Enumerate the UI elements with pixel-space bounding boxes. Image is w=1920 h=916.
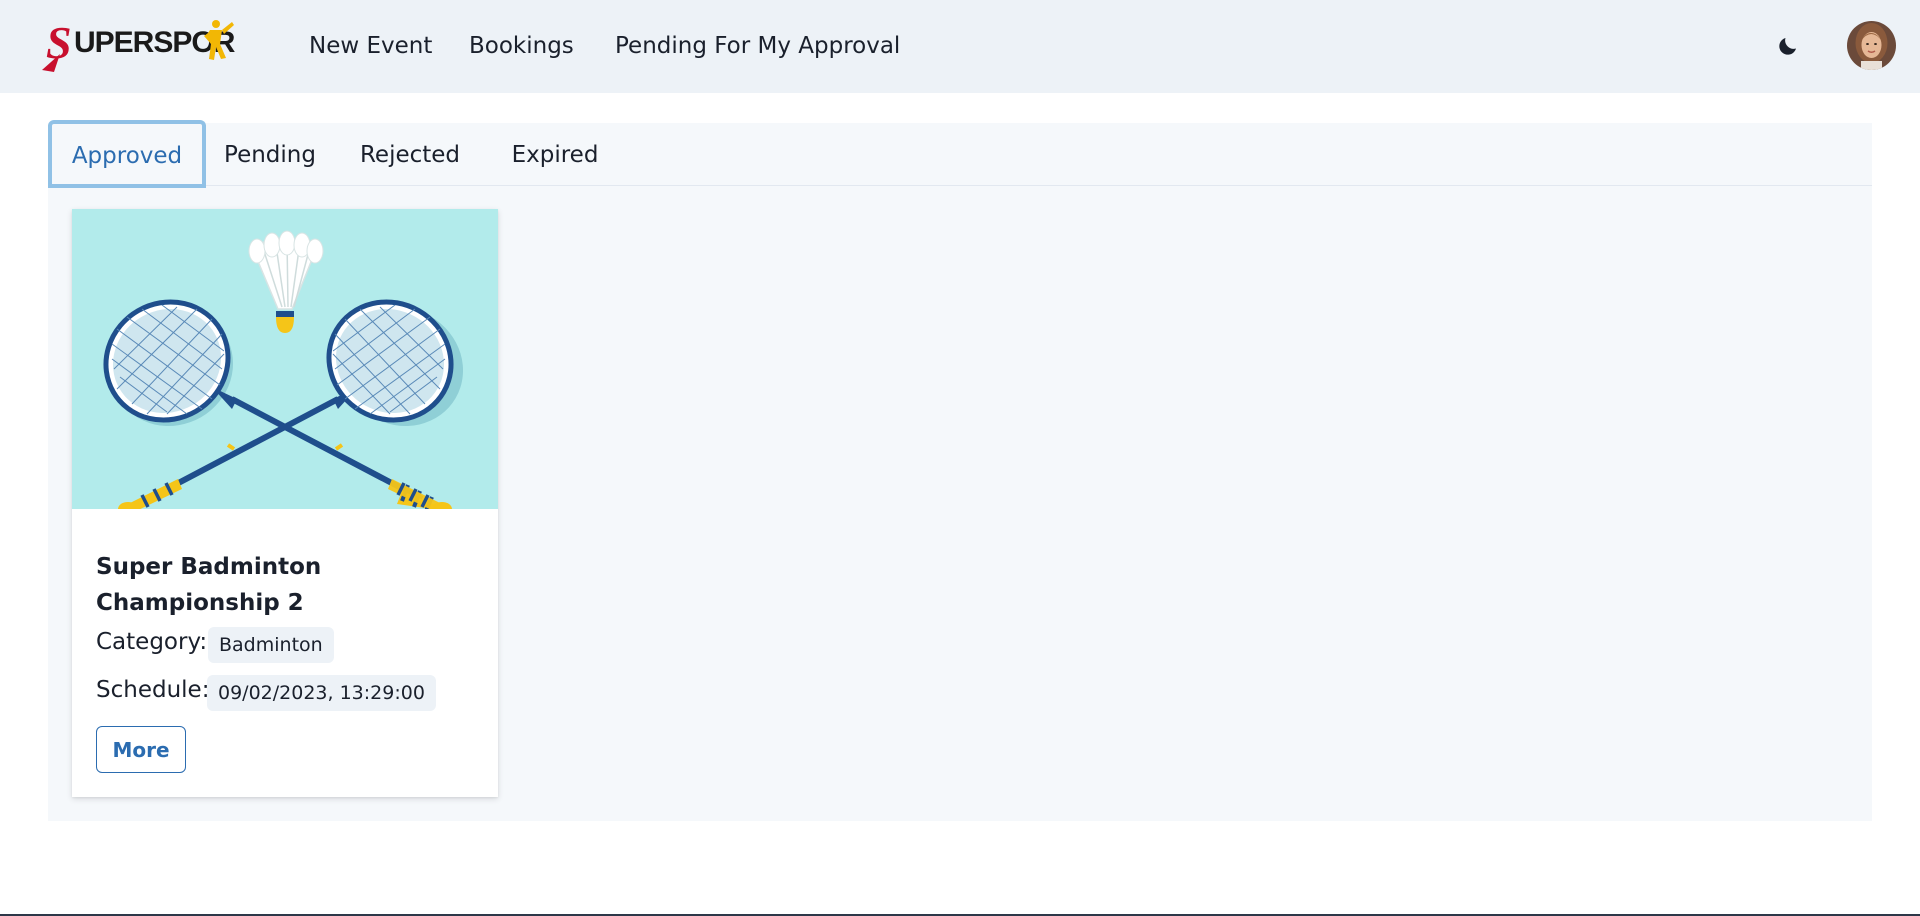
category-badge: Badminton xyxy=(208,627,334,663)
top-navbar: S UPERSPOR New Event Bookings Pending Fo… xyxy=(0,0,1920,93)
tab-rejected[interactable]: Rejected xyxy=(352,123,468,186)
schedule-label: Schedule: xyxy=(96,677,210,703)
event-image xyxy=(72,209,498,509)
svg-text:S: S xyxy=(46,17,72,68)
tab-expired[interactable]: Expired xyxy=(499,123,611,186)
supersport-logo[interactable]: S UPERSPOR xyxy=(40,14,236,76)
moon-icon xyxy=(1779,38,1796,55)
event-title: Super Badminton Championship 2 xyxy=(96,554,322,616)
schedule-badge: 09/02/2023, 13:29:00 xyxy=(207,675,436,711)
nav-bookings[interactable]: Bookings xyxy=(469,31,574,61)
category-label: Category: xyxy=(96,629,208,655)
tab-pending[interactable]: Pending xyxy=(220,123,320,186)
nav-pending-for-my-approval[interactable]: Pending For My Approval xyxy=(615,31,900,61)
events-panel: Approved Pending Rejected Expired Super … xyxy=(48,120,1872,821)
avatar-image xyxy=(1847,21,1896,70)
nav-new-event[interactable]: New Event xyxy=(309,31,432,61)
event-card: Super Badminton Championship 2 Category:… xyxy=(72,209,498,797)
more-button[interactable]: More xyxy=(96,726,186,773)
theme-toggle-button[interactable] xyxy=(1772,30,1804,62)
user-avatar[interactable] xyxy=(1847,21,1896,70)
tab-approved[interactable]: Approved xyxy=(48,120,206,188)
status-tabs: Approved Pending Rejected Expired xyxy=(48,120,1872,188)
